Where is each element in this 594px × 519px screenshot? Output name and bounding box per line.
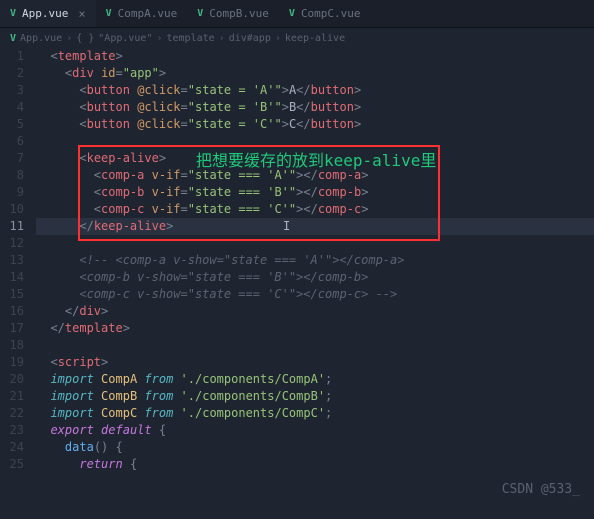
breadcrumb-item[interactable]: "App.vue" xyxy=(98,33,152,44)
chevron-right-icon: › xyxy=(219,33,225,44)
code-line: export default { xyxy=(36,422,594,439)
code-line: <comp-b v-show="state === 'B'"></comp-b> xyxy=(36,269,594,286)
annotation-text: 把想要缓存的放到keep-alive里 xyxy=(196,147,436,171)
code-line: <!-- <comp-a v-show="state === 'A'"></co… xyxy=(36,252,594,269)
code-line: <button @click="state = 'A'">A</button> xyxy=(36,82,594,99)
code-line: return { xyxy=(36,456,594,473)
vue-icon: V xyxy=(10,33,16,44)
code-line: <button @click="state = 'B'">B</button> xyxy=(36,99,594,116)
code-line: import CompB from './components/CompB'; xyxy=(36,388,594,405)
vue-icon: V xyxy=(289,8,295,19)
vue-icon: V xyxy=(10,8,16,19)
chevron-right-icon: › xyxy=(66,33,72,44)
close-icon[interactable]: × xyxy=(78,7,85,21)
code-line: import CompA from './components/CompA'; xyxy=(36,371,594,388)
tab-app-vue[interactable]: V App.vue × xyxy=(0,0,96,27)
code-line: <script> xyxy=(36,354,594,371)
breadcrumb-item[interactable]: keep-alive xyxy=(285,33,345,44)
code-line: <div id="app"> xyxy=(36,65,594,82)
breadcrumb-item[interactable]: App.vue xyxy=(20,33,62,44)
tab-compb-vue[interactable]: V CompB.vue xyxy=(187,0,279,27)
code-line: <template> xyxy=(36,48,594,65)
code-line: data() { xyxy=(36,439,594,456)
code-line: </keep-alive> xyxy=(36,218,594,235)
tab-label: CompC.vue xyxy=(301,7,361,20)
line-gutter: 12345 678910 1112131415 1617181920 21222… xyxy=(0,48,36,473)
code-line: <comp-c v-if="state === 'C'"></comp-c> xyxy=(36,201,594,218)
breadcrumb-item[interactable]: div#app xyxy=(229,33,271,44)
chevron-right-icon: › xyxy=(156,33,162,44)
code-area[interactable]: <template> <div id="app"> <button @click… xyxy=(36,48,594,473)
code-line: </div> xyxy=(36,303,594,320)
code-line xyxy=(36,235,594,252)
code-line: import CompC from './components/CompC'; xyxy=(36,405,594,422)
tab-label: App.vue xyxy=(22,7,68,20)
breadcrumb: V App.vue › { } "App.vue" › template › d… xyxy=(0,28,594,48)
code-line: <comp-b v-if="state === 'B'"></comp-b> xyxy=(36,184,594,201)
vue-icon: V xyxy=(106,8,112,19)
code-line: <button @click="state = 'C'">C</button> xyxy=(36,116,594,133)
watermark: CSDN @533_ xyxy=(502,482,580,497)
tab-compc-vue[interactable]: V CompC.vue xyxy=(279,0,371,27)
code-editor[interactable]: 12345 678910 1112131415 1617181920 21222… xyxy=(0,48,594,473)
code-line xyxy=(36,337,594,354)
editor-tabs: V App.vue × V CompA.vue V CompB.vue V Co… xyxy=(0,0,594,28)
tab-compa-vue[interactable]: V CompA.vue xyxy=(96,0,188,27)
tab-label: CompB.vue xyxy=(209,7,269,20)
code-line: <comp-c v-show="state === 'C'"></comp-c>… xyxy=(36,286,594,303)
vue-icon: V xyxy=(197,8,203,19)
tab-label: CompA.vue xyxy=(118,7,178,20)
chevron-right-icon: › xyxy=(275,33,281,44)
breadcrumb-item[interactable]: template xyxy=(167,33,215,44)
code-line: </template> xyxy=(36,320,594,337)
breadcrumb-item[interactable]: { } xyxy=(76,33,94,44)
